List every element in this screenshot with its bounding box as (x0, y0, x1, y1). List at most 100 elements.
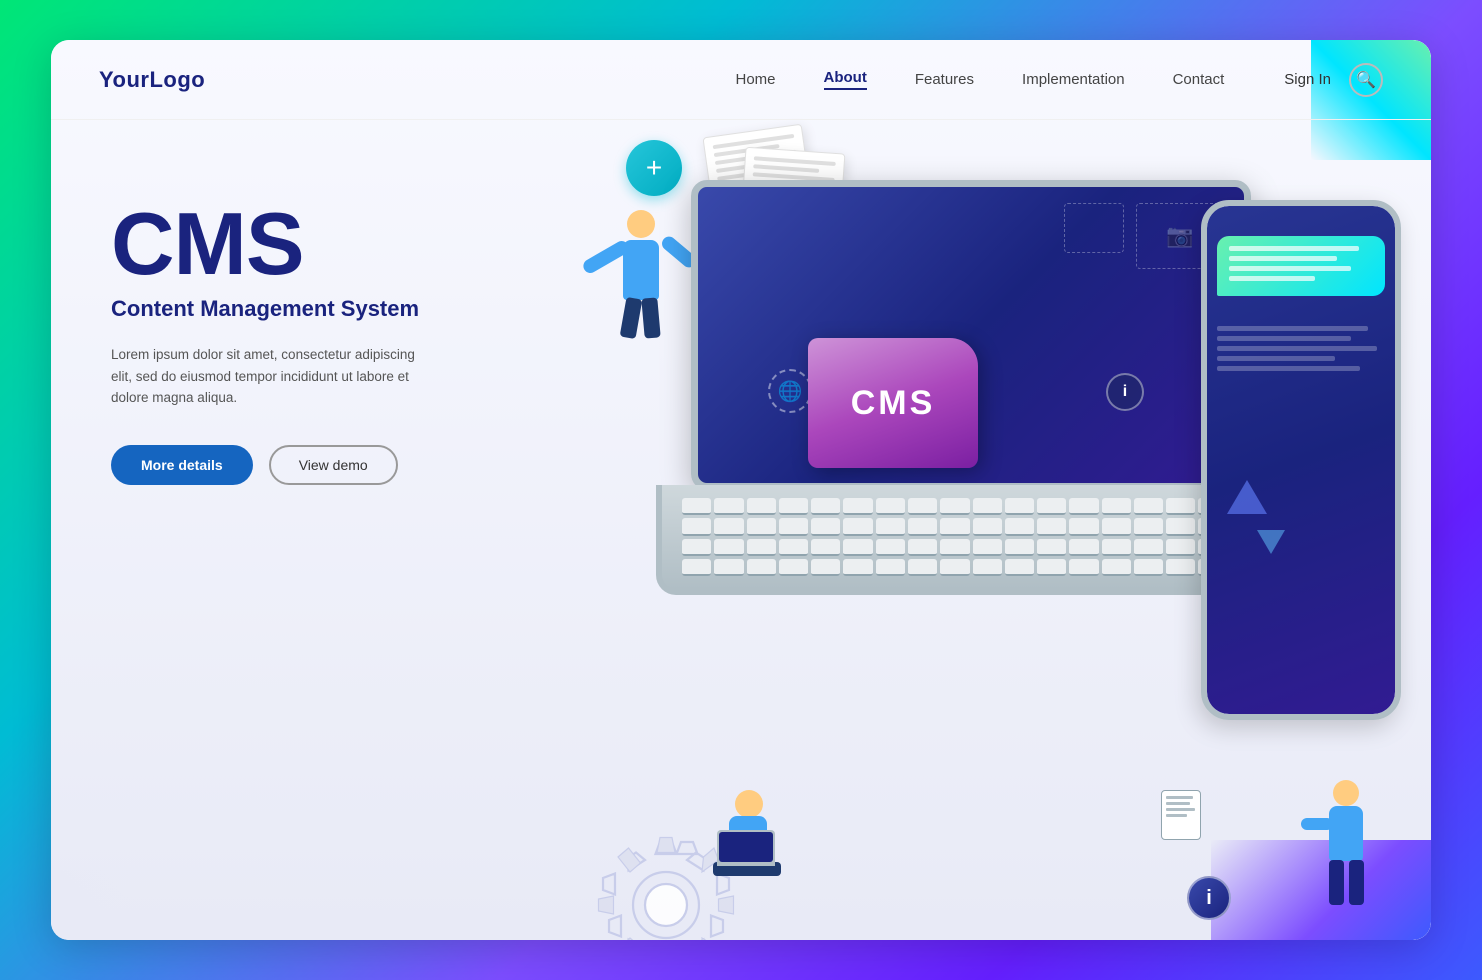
keyboard-key (1134, 559, 1163, 576)
keyboard-key (1005, 559, 1034, 576)
doc-icon-line (1166, 808, 1195, 811)
nav-links: Home About Features Implementation Conta… (735, 69, 1224, 90)
chat-bubble (1217, 236, 1385, 296)
phone-triangle-1 (1227, 480, 1267, 514)
keyboard-key (973, 539, 1002, 556)
keyboard-key (747, 559, 776, 576)
chat-line (1229, 266, 1351, 271)
nav-actions: Sign In 🔍 (1284, 63, 1383, 97)
keyboard-key (1134, 498, 1163, 515)
phone-text-line (1217, 336, 1351, 341)
phone-text-line (1217, 366, 1360, 371)
info-bubble: i (1187, 876, 1231, 920)
keyboard-key (1005, 498, 1034, 515)
keyboard-key (779, 539, 808, 556)
keyboard-key (940, 518, 969, 535)
keyboard-key (779, 518, 808, 535)
nav-item-features[interactable]: Features (915, 71, 974, 88)
doc-line (753, 164, 819, 173)
keyboard-key (714, 539, 743, 556)
main-card: YourLogo Home About Features Implementat… (51, 40, 1431, 940)
keyboard-key (1005, 518, 1034, 535)
keyboard-key (714, 498, 743, 515)
keyboard-key (1166, 518, 1195, 535)
phone-text-area (1217, 326, 1385, 376)
keyboard-key (973, 498, 1002, 515)
phone-text-line (1217, 326, 1368, 331)
info-icon-screen: i (1106, 373, 1144, 411)
phone-device (1201, 200, 1401, 720)
keyboard-key (940, 498, 969, 515)
signin-button[interactable]: Sign In (1284, 71, 1331, 88)
globe-icon: 🌐 (768, 369, 812, 413)
logo: YourLogo (99, 67, 205, 93)
keyboard-key (876, 539, 905, 556)
keyboard-key (779, 498, 808, 515)
keyboard-key (1134, 539, 1163, 556)
person-3-head (1333, 780, 1359, 806)
chat-line (1229, 276, 1315, 281)
hero-title: CMS (111, 200, 471, 288)
nav-item-about[interactable]: About (824, 69, 867, 90)
keyboard-key (843, 498, 872, 515)
view-demo-button[interactable]: View demo (269, 445, 398, 485)
search-button[interactable]: 🔍 (1349, 63, 1383, 97)
keyboard-key (1037, 559, 1066, 576)
keyboard-key (1102, 498, 1131, 515)
person-2-laptop-screen (719, 832, 773, 862)
keyboard-key (747, 518, 776, 535)
screen-deco-box (1064, 203, 1124, 253)
cms-folder-label: CMS (808, 338, 978, 468)
keyboard-key (1069, 518, 1098, 535)
keyboard-key (811, 559, 840, 576)
keyboard-key (1037, 539, 1066, 556)
content-wrapper: CMS Content Management System Lorem ipsu… (51, 120, 1431, 940)
keyboard-key (1166, 539, 1195, 556)
keyboard-key (843, 559, 872, 576)
person-2 (701, 790, 801, 910)
keyboard-key (811, 539, 840, 556)
keyboard-key (1037, 518, 1066, 535)
navbar: YourLogo Home About Features Implementat… (51, 40, 1431, 120)
hero-subtitle: Content Management System (111, 296, 471, 322)
hero-illustration: + 📷 🌐 CMS (471, 120, 1431, 940)
search-icon: 🔍 (1356, 70, 1376, 90)
more-details-button[interactable]: More details (111, 445, 253, 485)
person-1-leg-right (641, 297, 660, 338)
nav-item-contact[interactable]: Contact (1173, 71, 1225, 88)
person-1 (601, 210, 691, 380)
keyboard-key (876, 559, 905, 576)
keyboard-key (682, 559, 711, 576)
keyboard-key (1069, 539, 1098, 556)
nav-item-implementation[interactable]: Implementation (1022, 71, 1125, 88)
chat-line (1229, 256, 1337, 261)
doc-icon-line (1166, 814, 1187, 817)
doc-icon (1161, 790, 1201, 840)
keyboard-key (876, 498, 905, 515)
person-2-head (735, 790, 763, 818)
keyboard-grid (676, 492, 1266, 582)
button-group: More details View demo (111, 445, 471, 485)
keyboard-key (747, 498, 776, 515)
keyboard-key (1134, 518, 1163, 535)
keyboard-key (1005, 539, 1034, 556)
hero-left-section: CMS Content Management System Lorem ipsu… (51, 120, 471, 940)
keyboard-key (682, 498, 711, 515)
keyboard-key (1102, 559, 1131, 576)
phone-text-line (1217, 356, 1335, 361)
keyboard-key (876, 518, 905, 535)
laptop-keyboard (656, 485, 1286, 595)
phone-triangle-2 (1257, 530, 1285, 554)
person-1-head (627, 210, 655, 238)
keyboard-key (1166, 559, 1195, 576)
keyboard-key (843, 518, 872, 535)
keyboard-key (908, 559, 937, 576)
nav-item-home[interactable]: Home (735, 71, 775, 88)
keyboard-key (714, 559, 743, 576)
keyboard-key (973, 559, 1002, 576)
person-3 (1311, 780, 1381, 920)
keyboard-key (908, 539, 937, 556)
keyboard-key (811, 518, 840, 535)
doc-icon-line (1166, 796, 1193, 799)
phone-screen (1207, 206, 1395, 714)
